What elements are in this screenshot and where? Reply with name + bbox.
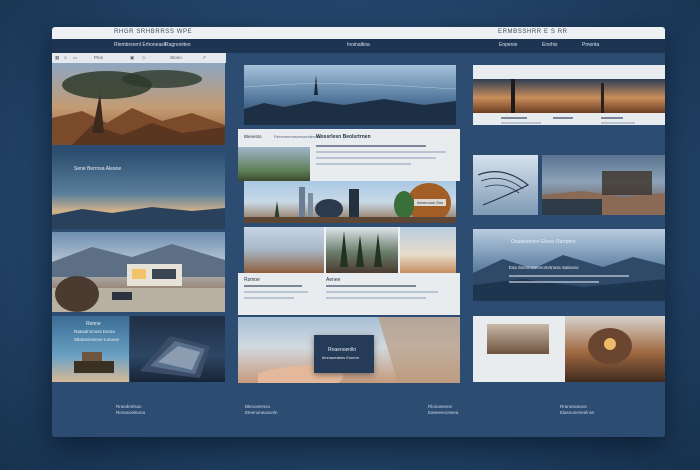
footer-col-1: Rraedenlsao Renasoeleuna: [116, 404, 145, 416]
nav-item-2[interactable]: Ragnoniteo: [165, 42, 191, 48]
banner-text-line-1: [509, 275, 629, 277]
photo-interior-small: [487, 324, 549, 354]
banner-text-line-2: [509, 281, 599, 283]
banner-title: Osaatnenlno Elsesr Rarrpnrs: [511, 239, 576, 245]
cypress-trees-illustration: [340, 231, 382, 267]
photo-city-skyline[interactable]: Aenenoos Son: [244, 181, 456, 223]
photo-modern-house[interactable]: [52, 232, 225, 312]
books-illustration: [140, 336, 210, 378]
nav-item-1[interactable]: Rlembrsrenl Erhoneaslt: [114, 42, 166, 48]
sunset-card[interactable]: [473, 65, 665, 125]
city-text-line-3: [244, 297, 294, 299]
article-text-line-1: [316, 145, 426, 147]
city-text-line-2: [244, 291, 308, 293]
city-text-line-4: [326, 285, 416, 287]
nav-item-3[interactable]: Inoinaltioa: [347, 42, 370, 48]
photo-strip-2[interactable]: [326, 227, 398, 273]
texture-illustration: [477, 171, 530, 206]
grid-icon[interactable]: ▦: [55, 55, 61, 61]
article-text-line-2: [316, 151, 446, 153]
article-thumbnail: [238, 147, 310, 181]
photo-strip[interactable]: [244, 227, 456, 273]
harbor-illustration: [74, 352, 114, 373]
nav-item-5[interactable]: Ersrhis: [542, 42, 558, 48]
photo-books[interactable]: [130, 316, 225, 382]
popup-sub: Iennaoeabes Eunmn: [322, 355, 359, 360]
nav-bar: Rlembrsrenl Erhoneaslt Ragnoniteo Inoina…: [52, 39, 665, 53]
sunset-text-line-4: [501, 122, 541, 124]
footer-col-2-line-2: Eteenoneaosnln: [245, 410, 278, 415]
horizon-illustration: [52, 207, 225, 229]
footer-col-4: Rraneseanos Elasnoneneelnss: [560, 404, 594, 416]
banner-sub: Esa Ssesrroteenomrtnoss Saloono: [509, 265, 579, 270]
sunset-text-line-3: [601, 117, 623, 119]
footer-col-3: Rlonaseene Eaeeeenoseea: [428, 404, 458, 416]
waterfront-illustration: [542, 171, 665, 215]
footer-col-2: Blenoeerseo Eteenoneaosnln: [245, 404, 278, 416]
folder-icon[interactable]: ▭: [73, 55, 79, 61]
article-title[interactable]: Wossrlesn Beolsrtrnen: [316, 134, 371, 140]
article-text-line-3: [316, 157, 436, 159]
city-tag[interactable]: Aenenoos Son: [414, 199, 447, 206]
sunset-text-line-5: [601, 122, 635, 124]
nav-item-4[interactable]: Enpenie: [499, 42, 517, 48]
photo-sunset: [473, 79, 665, 113]
toolbar-item-2[interactable]: Stono: [170, 55, 182, 60]
tag-icon[interactable]: ◇: [142, 55, 148, 61]
footer-col-3-line-2: Eaeeeenoseea: [428, 410, 459, 415]
window-title-right: ERMBSSHRR E S RR: [498, 29, 568, 35]
city-info-card: Rsmoe Aenee: [238, 273, 460, 315]
photo-interior-large: [565, 316, 665, 382]
browser-window: RHGR SRHBRRSS WPE ERMBSSHRR E S RR Rlemb…: [52, 27, 665, 437]
photo-harbor[interactable]: Renne Raeadnnnoss Eerao Wlatoennseoe Lnn…: [52, 316, 129, 382]
popup-card[interactable]: Rnaenoenllo Iennaoeabes Eunmn: [314, 335, 374, 373]
popup-title: Rnaenoenllo: [328, 347, 357, 353]
sunset-text-line-1: [501, 117, 527, 119]
share-icon[interactable]: ↗: [202, 55, 208, 61]
sunset-illustration: [511, 79, 604, 113]
article-label: Blenesto: [244, 134, 262, 139]
photo-strip-1[interactable]: [244, 227, 324, 273]
article-text-line-4: [316, 163, 411, 165]
city-caption-2: Aenee: [326, 277, 341, 283]
city-text-line-1: [244, 285, 302, 287]
image-icon[interactable]: ▣: [130, 55, 136, 61]
interior-illustration: [588, 328, 632, 364]
photo-tree-cliffs[interactable]: [52, 63, 225, 145]
photo-waterfront[interactable]: [542, 155, 665, 215]
footer-col-1-line-2: Renasoeleuna: [116, 410, 146, 415]
city-caption-1: Rsmoe: [244, 277, 260, 283]
photo-hand-card[interactable]: Rnaenoenllo Iennaoeabes Eunmn: [238, 317, 460, 383]
house-illustration: [52, 244, 225, 312]
toolbar-item-1[interactable]: Ptos: [94, 55, 103, 60]
nav-item-6[interactable]: Pmonta: [582, 42, 599, 48]
photo-strip-3[interactable]: [400, 227, 456, 273]
photo-drawn-texture[interactable]: [473, 155, 538, 215]
mountain-banner[interactable]: Osaatnenlno Elsesr Rarrpnrs Esa Ssesrrot…: [473, 229, 665, 301]
window-title: RHGR SRHBRRSS WPE: [114, 29, 193, 35]
article-card[interactable]: Blenesto Rerenmenasnessesfesnes Wossrles…: [238, 129, 460, 181]
article-sub: Rerenmenasnessesfesnes: [274, 134, 322, 139]
sunset-text-line-2: [553, 117, 573, 119]
forest-banner-illustration: [244, 75, 456, 125]
tree-cliffs-illustration: [52, 70, 225, 145]
footer-col-4-line-2: Elasnoneneelnss: [560, 410, 595, 415]
city-text-line-5: [326, 291, 438, 293]
photo-horizon-lake[interactable]: Sene Berrnsa Aleane: [52, 151, 225, 229]
photo-misty-forest-banner[interactable]: [244, 65, 456, 125]
toolbar: ▦ ≡ ▭ Ptos ▣ ◇ Stono ↗: [52, 53, 226, 63]
interior-card[interactable]: [473, 316, 665, 382]
list-icon[interactable]: ≡: [64, 55, 70, 61]
city-text-line-6: [326, 297, 426, 299]
title-bar: RHGR SRHBRRSS WPE ERMBSSHRR E S RR: [52, 27, 665, 39]
